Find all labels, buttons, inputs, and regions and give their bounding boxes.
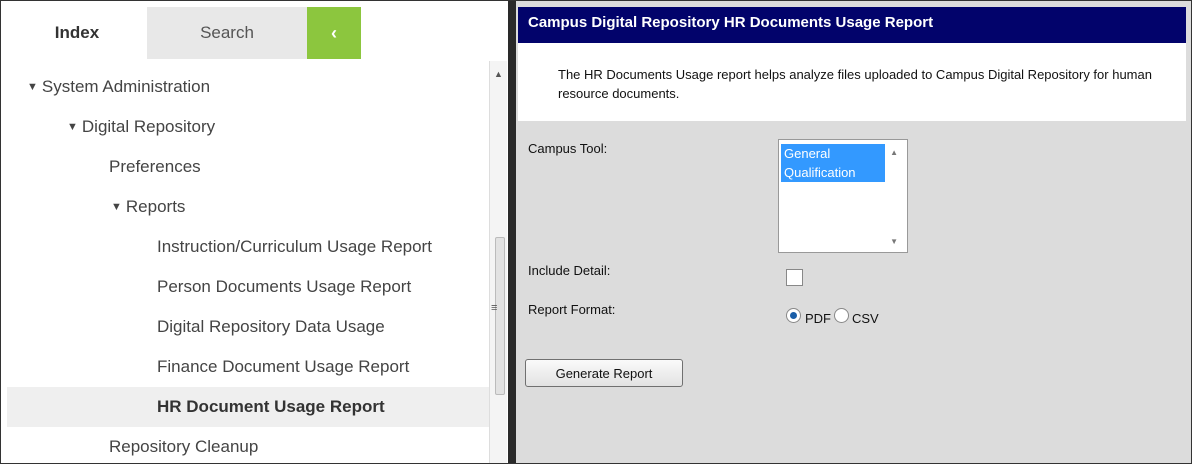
report-description-box: The HR Documents Usage report helps anal…	[518, 43, 1186, 121]
index-tree: ▼ System Administration ▼ Digital Reposito…	[7, 61, 489, 463]
generate-report-button[interactable]: Generate Report	[525, 359, 683, 387]
tab-bar-filler	[361, 7, 507, 59]
tree-item-label: System Administration	[41, 77, 211, 96]
tree-item-label: Digital Repository	[81, 117, 216, 136]
tree-item-label: Instruction/Curriculum Usage Report	[157, 237, 432, 256]
tree-item-digital-repository[interactable]: ▼ Digital Repository	[7, 107, 489, 147]
tree-item-digital-repository-data-usage[interactable]: Digital Repository Data Usage	[7, 307, 489, 347]
tree-item-instruction-curriculum-usage-report[interactable]: Instruction/Curriculum Usage Report	[7, 227, 489, 267]
tree-item-person-documents-usage-report[interactable]: Person Documents Usage Report	[7, 267, 489, 307]
navigation-panel: Index Search ‹ ▼ System Administration ▼ D…	[7, 7, 507, 463]
format-csv-label: CSV	[852, 311, 879, 326]
campus-tool-label: Campus Tool:	[528, 141, 608, 156]
collapse-panel-button[interactable]: ‹	[307, 7, 361, 59]
tree-item-label: Finance Document Usage Report	[157, 357, 410, 376]
tab-index[interactable]: Index	[7, 7, 147, 59]
tree-item-label: Digital Repository Data Usage	[157, 317, 385, 336]
tree-item-label: Preferences	[109, 157, 201, 176]
tree-item-hr-document-usage-report[interactable]: HR Document Usage Report	[7, 387, 489, 427]
tree-scrollbar[interactable]: ▲ ≡	[489, 61, 507, 463]
tree-item-system-administration[interactable]: ▼ System Administration	[7, 67, 489, 107]
listbox-option-general[interactable]: General	[781, 144, 885, 163]
tree-item-preferences[interactable]: Preferences	[7, 147, 489, 187]
tree-item-label: Person Documents Usage Report	[157, 277, 412, 296]
nav-tabs: Index Search ‹	[7, 7, 507, 59]
format-csv-radio[interactable]	[834, 308, 849, 323]
app-window: Index Search ‹ ▼ System Administration ▼ D…	[0, 0, 1192, 464]
tree-item-finance-document-usage-report[interactable]: Finance Document Usage Report	[7, 347, 489, 387]
include-detail-checkbox[interactable]	[786, 269, 803, 286]
report-header: Campus Digital Repository HR Documents U…	[518, 7, 1186, 43]
caret-down-icon: ▼	[27, 81, 38, 93]
chevron-left-icon: ‹	[331, 23, 337, 43]
tree-item-label: HR Document Usage Report	[157, 397, 385, 416]
tree-item-label: Repository Cleanup	[109, 437, 259, 456]
listbox-option-qualification[interactable]: Qualification	[781, 163, 885, 182]
format-pdf-label: PDF	[805, 311, 831, 326]
tab-search[interactable]: Search	[147, 7, 307, 59]
tree-item-repository-cleanup[interactable]: Repository Cleanup	[7, 427, 489, 463]
scrollbar-thumb[interactable]: ≡	[491, 237, 505, 395]
format-pdf-radio[interactable]	[786, 308, 801, 323]
tree-item-reports[interactable]: ▼ Reports	[7, 187, 489, 227]
report-panel: Campus Digital Repository HR Documents U…	[516, 1, 1191, 463]
grip-icon: ≡	[491, 302, 498, 314]
include-detail-label: Include Detail:	[528, 263, 611, 278]
tree-item-label: Reports	[125, 197, 186, 216]
caret-down-icon: ▼	[111, 201, 122, 213]
listbox-scroll-down-icon[interactable]: ▼	[890, 237, 898, 246]
campus-tool-listbox[interactable]: General Qualification ▲ ▼	[778, 139, 908, 253]
scroll-up-icon[interactable]: ▲	[494, 69, 503, 79]
report-description: The HR Documents Usage report helps anal…	[558, 67, 1152, 101]
report-format-label: Report Format:	[528, 302, 616, 317]
panel-divider[interactable]	[508, 1, 516, 463]
caret-down-icon: ▼	[67, 121, 78, 133]
listbox-scroll-up-icon[interactable]: ▲	[890, 148, 898, 157]
page-title: Campus Digital Repository HR Documents U…	[528, 14, 934, 31]
